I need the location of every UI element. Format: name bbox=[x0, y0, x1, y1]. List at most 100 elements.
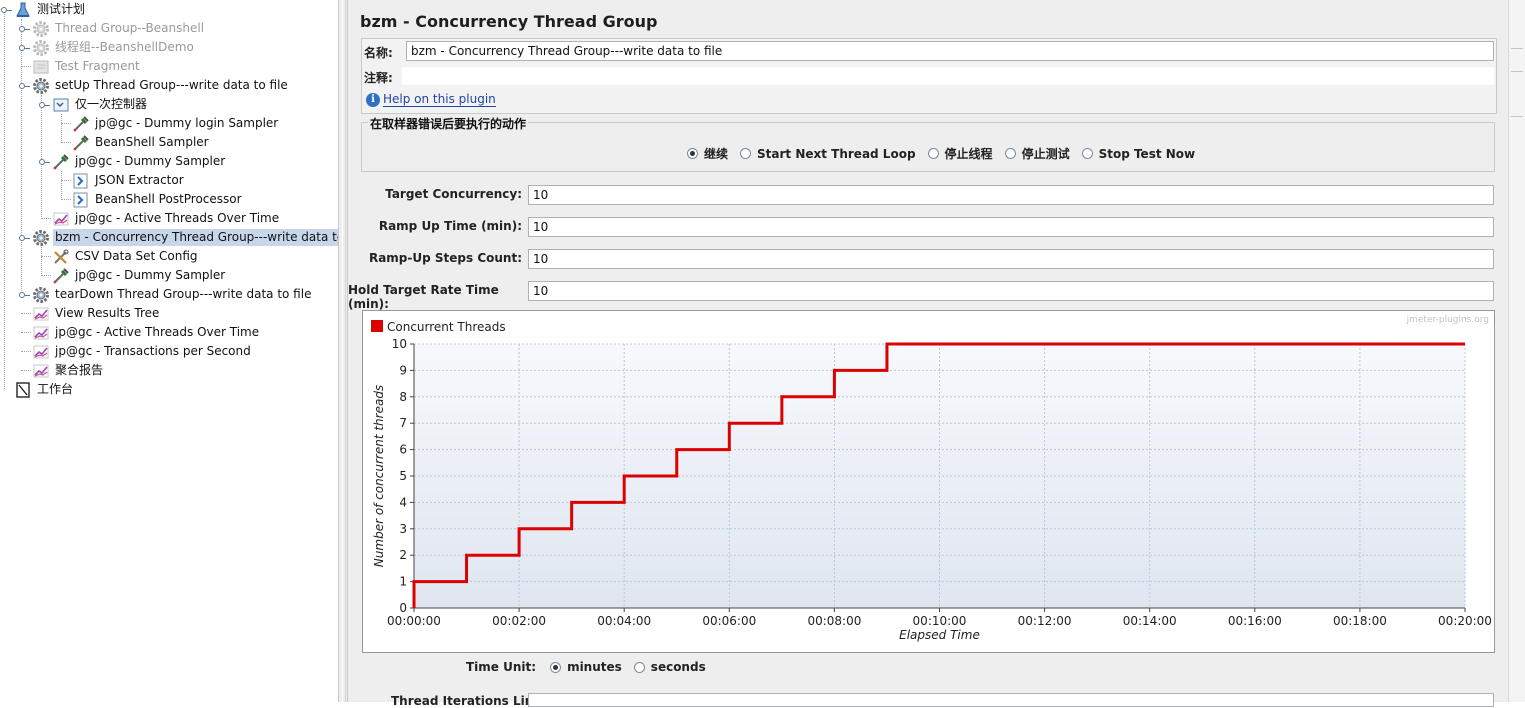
tree-expand-toggle[interactable] bbox=[19, 45, 30, 51]
hold-time-input[interactable]: 10 bbox=[528, 281, 1494, 301]
time-unit-label: Time Unit: bbox=[466, 660, 537, 674]
gear-icon bbox=[32, 229, 50, 247]
tree-node-jp-gc-dummy-login-sampler[interactable]: jp@gc - Dummy login Sampler bbox=[72, 114, 280, 133]
error-action-options: 继续 Start Next Thread Loop 停止线程 停止测试 Stop… bbox=[687, 145, 1207, 162]
radio-dot bbox=[687, 148, 698, 159]
tree-node-label: jp@gc - Dummy Sampler bbox=[75, 154, 226, 168]
tree-node-teardown-thread-group-write-data-to-file[interactable]: tearDown Thread Group---write data to fi… bbox=[32, 285, 313, 304]
legend-swatch bbox=[371, 320, 383, 332]
tree-node-label: jp@gc - Active Threads Over Time bbox=[75, 211, 280, 225]
tree-node-json-extractor[interactable]: JSON Extractor bbox=[72, 171, 186, 190]
threads-schedule-chart: 00:00:00 00:02:00 00:04:00 00:06:00 00:08:00… bbox=[362, 310, 1495, 653]
tree-node-jp-gc-active-threads-over-time[interactable]: jp@gc - Active Threads Over Time bbox=[32, 323, 261, 342]
tree-expand-toggle[interactable] bbox=[39, 102, 50, 108]
radio-seconds[interactable]: seconds bbox=[633, 660, 706, 674]
sampler-error-action-group: 在取样器错误后要执行的动作 继续 Start Next Thread Loop … bbox=[361, 115, 1495, 172]
tree-node-node-19[interactable]: 聚合报告 bbox=[32, 361, 105, 380]
radio-label: 继续 bbox=[704, 147, 729, 161]
ramp-up-time-label: Ramp Up Time (min): bbox=[378, 219, 522, 233]
panel-title: bzm - Concurrency Thread Group bbox=[360, 12, 658, 31]
target-concurrency-input[interactable]: 10 bbox=[528, 185, 1494, 205]
tree-expand-toggle[interactable] bbox=[19, 292, 30, 298]
help-link[interactable]: Help on this plugin bbox=[383, 92, 496, 107]
tree-node-jp-gc-active-threads-over-time[interactable]: jp@gc - Active Threads Over Time bbox=[52, 209, 281, 228]
tree-connector bbox=[41, 256, 51, 257]
radio-stop-test[interactable]: 停止测试 bbox=[1004, 145, 1070, 162]
tree-expand-toggle[interactable] bbox=[19, 83, 30, 89]
tree-connector bbox=[21, 332, 31, 333]
radio-minutes[interactable]: minutes bbox=[550, 660, 622, 674]
iterations-limit-input[interactable] bbox=[528, 693, 1494, 707]
y-tick-label: 10 bbox=[392, 337, 407, 351]
help-row[interactable]: i Help on this plugin bbox=[366, 92, 496, 107]
error-action-legend: 在取样器错误后要执行的动作 bbox=[368, 115, 529, 132]
y-tick-label: 5 bbox=[399, 469, 407, 483]
tree-node-node-20[interactable]: 工作台 bbox=[14, 380, 75, 399]
info-icon: i bbox=[366, 92, 380, 107]
tree-node-label: tearDown Thread Group---write data to fi… bbox=[55, 287, 312, 301]
tree-expand-toggle[interactable] bbox=[39, 159, 50, 165]
gear-icon bbox=[32, 20, 50, 38]
radio-start-next-loop[interactable]: Start Next Thread Loop bbox=[740, 147, 916, 161]
comment-input[interactable] bbox=[402, 67, 1494, 85]
time-unit-row: Time Unit: minutes seconds bbox=[466, 660, 718, 674]
radio-label: seconds bbox=[650, 660, 706, 674]
tree-node-label: View Results Tree bbox=[55, 306, 160, 320]
tree-connector bbox=[61, 114, 62, 143]
tree-node-thread-group-beanshell[interactable]: Thread Group--Beanshell bbox=[32, 19, 206, 38]
test-plan-tree[interactable]: 测试计划 Thread Group--Beanshell 线程组--Beanshel… bbox=[0, 0, 369, 702]
radio-label: minutes bbox=[567, 660, 622, 674]
tree-connector bbox=[41, 247, 42, 276]
tree-node-label: 线程组--BeanshellDemo bbox=[55, 40, 194, 54]
tree-node-label: 测试计划 bbox=[37, 2, 86, 16]
tree-node-jp-gc-transactions-per-second[interactable]: jp@gc - Transactions per Second bbox=[32, 342, 253, 361]
ramp-up-steps-input[interactable]: 10 bbox=[528, 249, 1494, 269]
fragment-icon bbox=[32, 58, 50, 76]
tree-expand-toggle[interactable] bbox=[1, 7, 12, 13]
graph-icon bbox=[32, 362, 50, 380]
radio-label: 停止测试 bbox=[1021, 147, 1070, 161]
tree-node-node-0[interactable]: 测试计划 bbox=[14, 0, 87, 19]
tree-node-label: Test Fragment bbox=[55, 59, 140, 73]
x-tick-label: 00:06:00 bbox=[702, 614, 756, 628]
split-pane-divider[interactable] bbox=[338, 0, 348, 702]
vertical-scrollbar[interactable] bbox=[1508, 0, 1525, 702]
tree-node-beanshell-sampler[interactable]: BeanShell Sampler bbox=[72, 133, 211, 152]
radio-label: 停止线程 bbox=[944, 147, 993, 161]
tree-connector bbox=[41, 218, 51, 219]
tree-node-label: bzm - Concurrency Thread Group---write d… bbox=[53, 229, 369, 246]
tree-node-setup-thread-group-write-data-to-file[interactable]: setUp Thread Group---write data to file bbox=[32, 76, 290, 95]
x-axis-label: Elapsed Time bbox=[899, 628, 980, 642]
radio-continue[interactable]: 继续 bbox=[687, 145, 728, 162]
tree-node-node-5[interactable]: 仅一次控制器 bbox=[52, 95, 149, 114]
graph-icon bbox=[32, 343, 50, 361]
tree-node-jp-gc-dummy-sampler[interactable]: jp@gc - Dummy Sampler bbox=[52, 152, 227, 171]
tree-expand-toggle[interactable] bbox=[19, 26, 30, 32]
tree-node-jp-gc-dummy-sampler[interactable]: jp@gc - Dummy Sampler bbox=[52, 266, 227, 285]
tree-connector bbox=[21, 370, 31, 371]
tree-node-label: CSV Data Set Config bbox=[75, 249, 198, 263]
tree-node-beanshell-postprocessor[interactable]: BeanShell PostProcessor bbox=[72, 190, 244, 209]
radio-dot bbox=[927, 148, 939, 159]
x-tick-label: 00:18:00 bbox=[1333, 614, 1387, 628]
ramp-up-steps-label: Ramp-Up Steps Count: bbox=[368, 251, 522, 265]
radio-stop-test-now[interactable]: Stop Test Now bbox=[1081, 147, 1195, 161]
tree-node-bzm-concurrency-thread-group-write-data-to-file[interactable]: bzm - Concurrency Thread Group---write d… bbox=[32, 228, 369, 247]
tree-node-view-results-tree[interactable]: View Results Tree bbox=[32, 304, 161, 323]
chart-canvas: 00:00:00 00:02:00 00:04:00 00:06:00 00:08:00… bbox=[371, 315, 1492, 642]
y-tick-label: 0 bbox=[399, 601, 407, 615]
tree-node-label: 仅一次控制器 bbox=[75, 97, 148, 111]
tree-node-beanshelldemo[interactable]: 线程组--BeanshellDemo bbox=[32, 38, 196, 57]
y-tick-label: 8 bbox=[399, 390, 407, 404]
ramp-up-time-input[interactable]: 10 bbox=[528, 217, 1494, 237]
tree-node-csv-data-set-config[interactable]: CSV Data Set Config bbox=[52, 247, 200, 266]
postprocessor-icon bbox=[72, 172, 90, 190]
tree-expand-toggle[interactable] bbox=[19, 235, 30, 241]
name-input[interactable]: bzm - Concurrency Thread Group---write d… bbox=[406, 41, 1494, 61]
radio-stop-thread[interactable]: 停止线程 bbox=[927, 145, 993, 162]
x-tick-label: 00:12:00 bbox=[1018, 614, 1072, 628]
scroll-tick bbox=[1511, 116, 1523, 117]
tree-node-label: jp@gc - Active Threads Over Time bbox=[55, 325, 260, 339]
pipette-icon bbox=[72, 134, 90, 152]
tree-node-test-fragment[interactable]: Test Fragment bbox=[32, 57, 142, 76]
